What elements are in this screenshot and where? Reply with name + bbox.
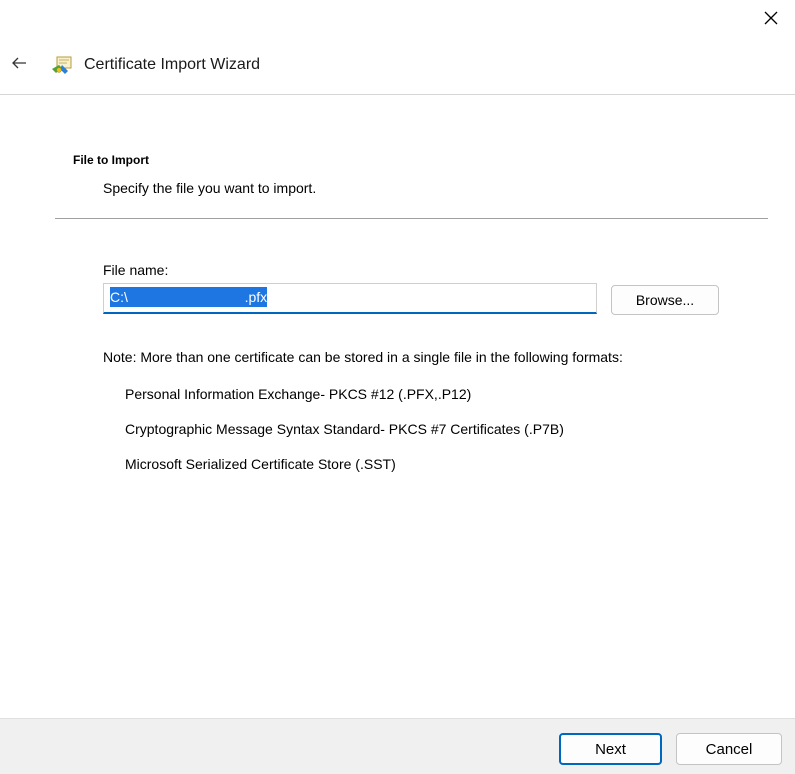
title-separator xyxy=(0,94,795,95)
section-heading: File to Import xyxy=(73,153,149,167)
close-button[interactable] xyxy=(757,6,785,34)
file-name-input[interactable]: C:\ .pfx xyxy=(103,283,597,314)
format-item-p7b: Cryptographic Message Syntax Standard- P… xyxy=(125,421,564,437)
formats-list: Personal Information Exchange- PKCS #12 … xyxy=(125,384,564,489)
title-bar: Certificate Import Wizard xyxy=(0,48,795,84)
file-name-label: File name: xyxy=(103,262,169,278)
format-item-sst: Microsoft Serialized Certificate Store (… xyxy=(125,456,396,472)
formats-note: Note: More than one certificate can be s… xyxy=(103,349,623,365)
back-button[interactable] xyxy=(6,52,32,78)
section-description: Specify the file you want to import. xyxy=(103,180,317,196)
footer-bar: Next Cancel xyxy=(0,718,795,774)
browse-button[interactable]: Browse... xyxy=(611,285,719,315)
close-icon xyxy=(763,10,779,31)
header-divider xyxy=(55,218,768,219)
window-title: Certificate Import Wizard xyxy=(84,56,261,73)
cancel-button[interactable]: Cancel xyxy=(676,733,782,765)
back-arrow-icon xyxy=(11,55,27,76)
certificate-icon xyxy=(50,53,74,77)
format-item-pfx: Personal Information Exchange- PKCS #12 … xyxy=(125,386,472,402)
file-name-value: C:\ .pfx xyxy=(110,287,268,307)
next-button[interactable]: Next xyxy=(559,733,662,765)
